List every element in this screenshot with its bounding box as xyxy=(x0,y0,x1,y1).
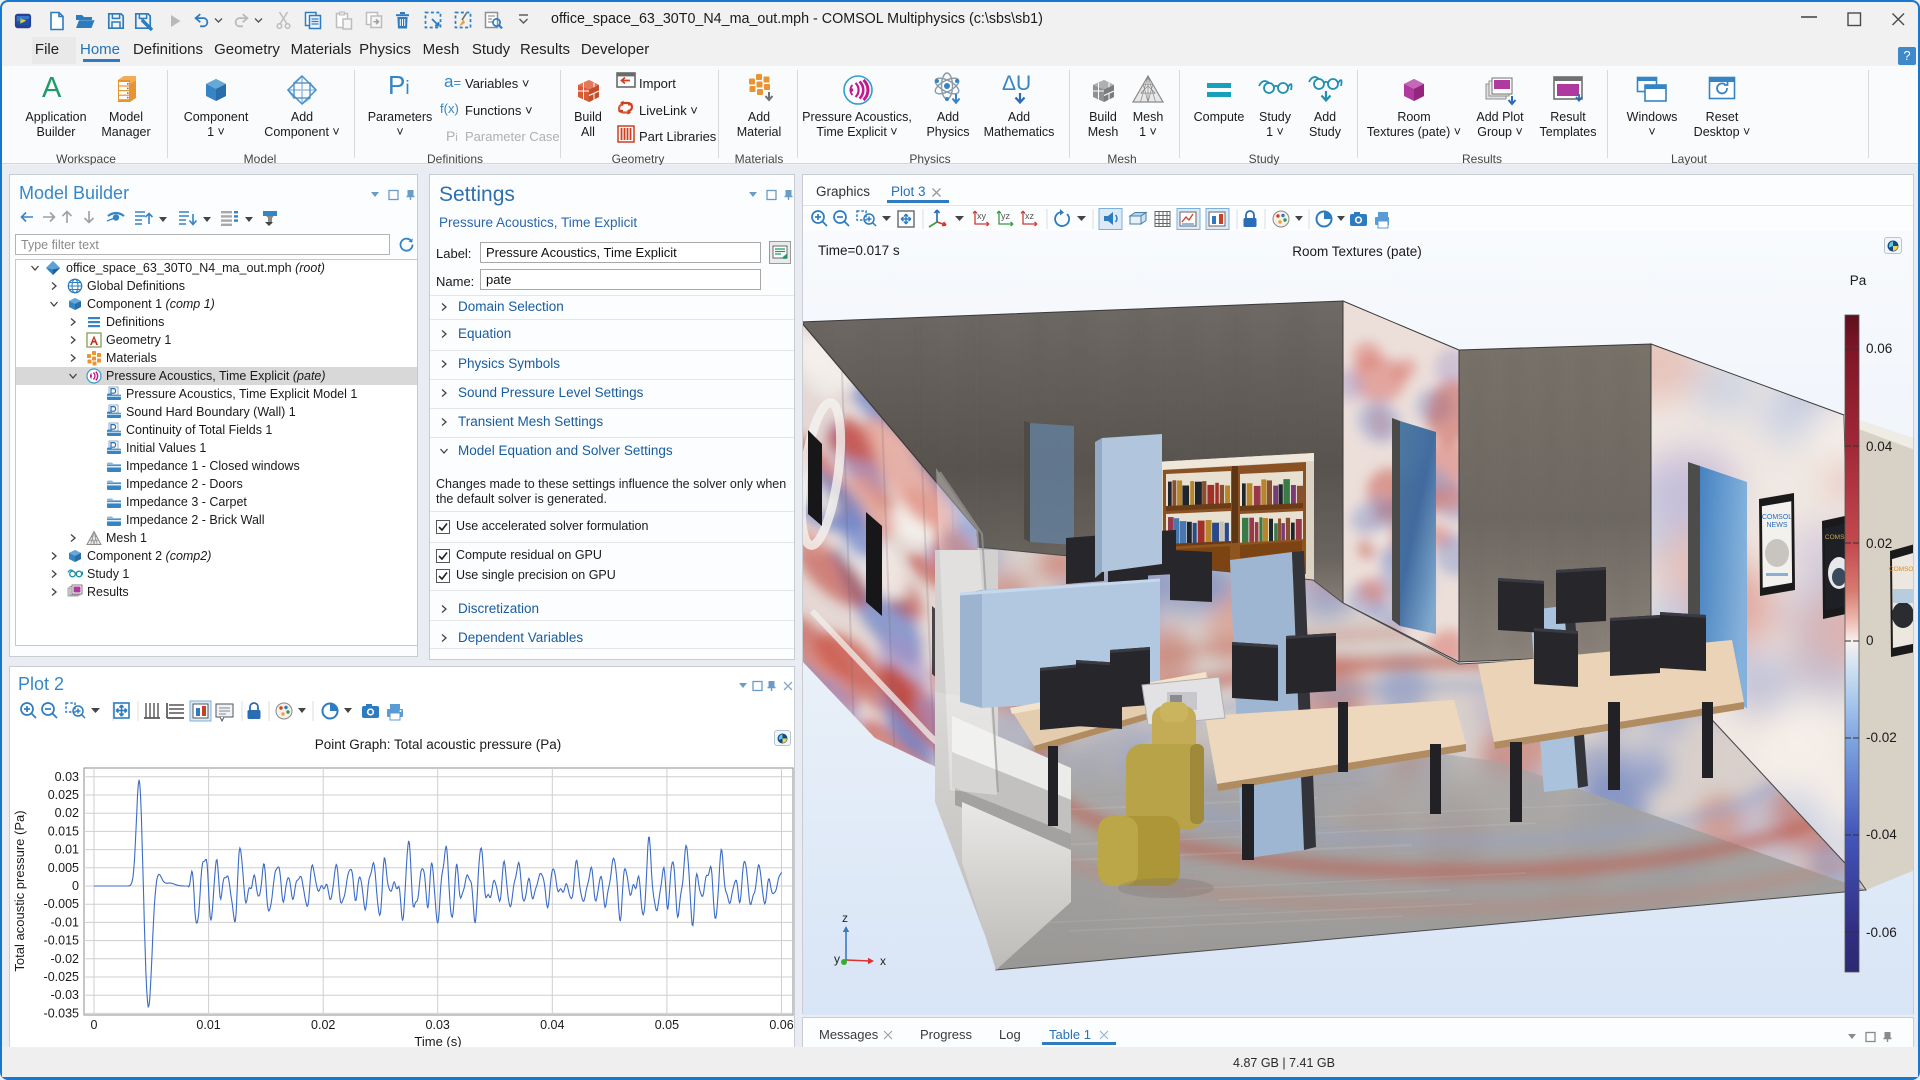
svg-text:0.005: 0.005 xyxy=(48,861,79,875)
svg-text:NEWS: NEWS xyxy=(1767,522,1788,529)
svg-text:0: 0 xyxy=(72,879,79,893)
svg-text:-0.005: -0.005 xyxy=(44,897,79,911)
svg-text:0.06: 0.06 xyxy=(1866,341,1892,356)
svg-text:Time=0.017 s: Time=0.017 s xyxy=(818,243,900,258)
svg-text:z: z xyxy=(842,911,848,925)
svg-text:Room Textures (pate): Room Textures (pate) xyxy=(1292,244,1422,259)
svg-text:0.02: 0.02 xyxy=(1866,536,1892,551)
svg-text:-0.01: -0.01 xyxy=(51,915,80,929)
svg-text:COMSOL: COMSOL xyxy=(1889,566,1913,573)
svg-text:0: 0 xyxy=(91,1018,98,1032)
svg-text:0.025: 0.025 xyxy=(48,788,79,802)
svg-text:Total acoustic pressure (Pa): Total acoustic pressure (Pa) xyxy=(12,810,27,971)
svg-text:0.01: 0.01 xyxy=(196,1018,220,1032)
svg-text:xy: xy xyxy=(977,211,987,221)
svg-text:0.01: 0.01 xyxy=(55,843,79,857)
svg-text:0.05: 0.05 xyxy=(655,1018,679,1032)
svg-text:-0.035: -0.035 xyxy=(44,1006,79,1020)
svg-text:COMSOL: COMSOL xyxy=(1762,514,1792,521)
svg-text:0.015: 0.015 xyxy=(48,824,79,838)
svg-text:0: 0 xyxy=(1866,633,1874,648)
svg-text:-0.02: -0.02 xyxy=(1866,730,1897,745)
svg-text:-0.06: -0.06 xyxy=(1866,925,1897,940)
svg-text:0.06: 0.06 xyxy=(769,1018,793,1032)
svg-text:0.04: 0.04 xyxy=(540,1018,564,1032)
svg-text:yz: yz xyxy=(1001,211,1011,221)
svg-text:0.04: 0.04 xyxy=(1866,439,1893,454)
svg-text:0.02: 0.02 xyxy=(55,806,79,820)
svg-text:-0.02: -0.02 xyxy=(51,952,80,966)
svg-text:-0.04: -0.04 xyxy=(1866,827,1897,842)
svg-text:0.02: 0.02 xyxy=(311,1018,335,1032)
svg-text:-0.025: -0.025 xyxy=(44,970,79,984)
svg-text:-0.03: -0.03 xyxy=(51,988,80,1002)
svg-text:Pa: Pa xyxy=(1850,273,1867,288)
svg-text:xz: xz xyxy=(1025,211,1035,221)
svg-text:x: x xyxy=(880,954,886,968)
svg-text:-0.015: -0.015 xyxy=(44,934,79,948)
svg-text:0.03: 0.03 xyxy=(426,1018,450,1032)
svg-text:0.03: 0.03 xyxy=(55,770,79,784)
svg-text:y: y xyxy=(834,952,840,966)
